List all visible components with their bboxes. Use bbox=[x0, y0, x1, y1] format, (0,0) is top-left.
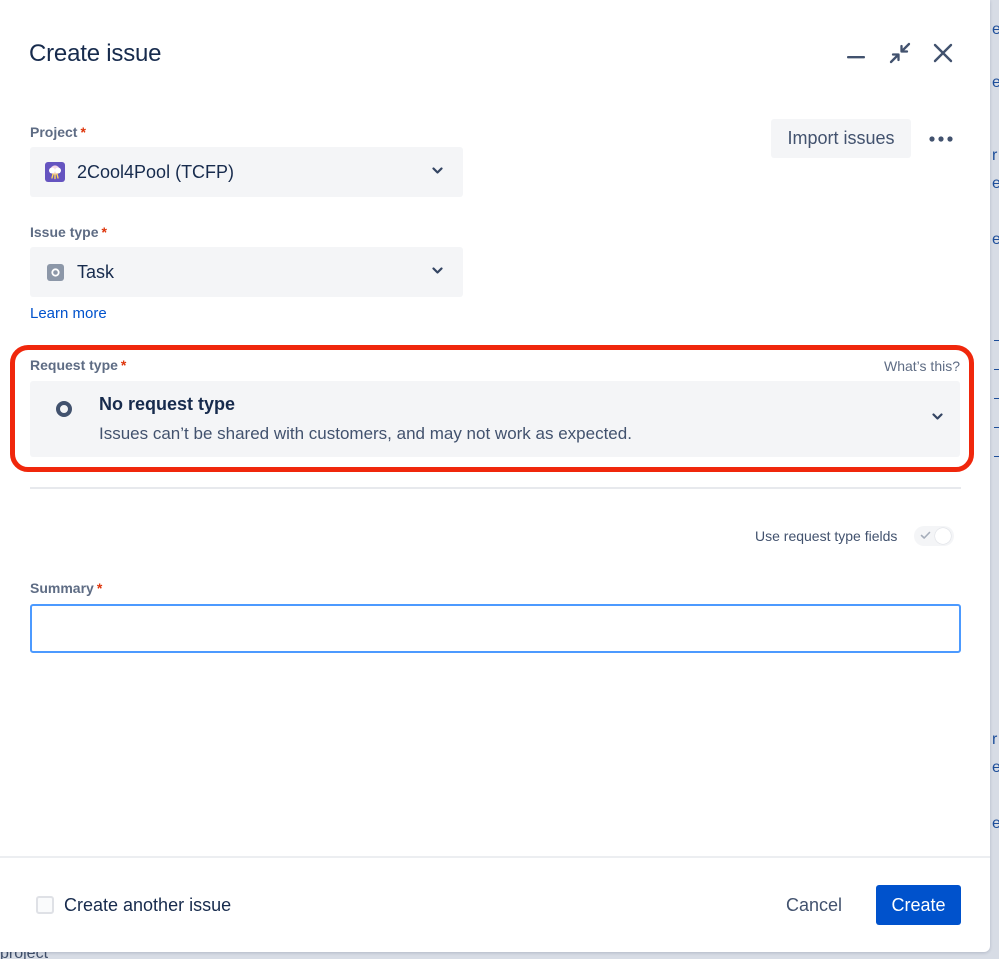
background-text-fragment: e bbox=[992, 175, 999, 192]
required-marker: * bbox=[80, 124, 86, 140]
learn-more-link[interactable]: Learn more bbox=[30, 305, 107, 322]
task-icon bbox=[47, 264, 64, 281]
summary-input[interactable] bbox=[30, 604, 961, 653]
background-divider bbox=[994, 398, 999, 399]
project-select[interactable]: 2Cool4Pool (TCFP) bbox=[30, 147, 463, 197]
project-label: Project * bbox=[30, 124, 86, 140]
issue-type-select[interactable]: Task bbox=[30, 247, 463, 297]
background-text-fragment: e bbox=[992, 21, 999, 38]
background-text-fragment: r bbox=[992, 147, 998, 164]
required-marker: * bbox=[120, 357, 127, 373]
request-fields-toggle[interactable] bbox=[914, 526, 954, 546]
no-request-type-icon bbox=[56, 401, 72, 417]
close-icon bbox=[933, 43, 953, 63]
check-icon bbox=[920, 531, 931, 539]
minimize-button[interactable] bbox=[839, 36, 873, 70]
background-text-fragment: e bbox=[992, 231, 999, 248]
chevron-down-icon bbox=[432, 267, 443, 274]
background-divider bbox=[994, 369, 999, 370]
background-divider bbox=[994, 456, 999, 457]
background-page-bottom: project bbox=[0, 952, 999, 959]
import-issues-button[interactable]: Import issues bbox=[771, 119, 911, 158]
chevron-down-icon bbox=[432, 167, 443, 174]
more-icon bbox=[929, 136, 953, 142]
background-text-fragment: r bbox=[992, 731, 998, 748]
background-text-fragment: e bbox=[992, 759, 999, 776]
request-type-value: No request type bbox=[99, 394, 236, 414]
project-label-text: Project bbox=[30, 124, 78, 140]
request-type-description: Issues can’t be shared with customers, a… bbox=[99, 424, 632, 443]
request-type-label-text: Request type bbox=[30, 357, 118, 373]
background-divider bbox=[994, 340, 999, 341]
create-another-label[interactable]: Create another issue bbox=[64, 895, 231, 916]
required-marker: * bbox=[96, 580, 103, 596]
dialog-title: Create issue bbox=[29, 40, 162, 67]
chevron-down-icon bbox=[932, 413, 943, 420]
whats-this-link[interactable]: What’s this? bbox=[884, 358, 960, 374]
create-issue-dialog: Create issue Project* 2Cool4Pool (TCFP) bbox=[0, 0, 990, 952]
background-text-fragment: e bbox=[992, 815, 999, 832]
close-button[interactable] bbox=[926, 36, 960, 70]
issue-type-label-text: Issue type bbox=[30, 224, 99, 240]
background-text-fragment: e bbox=[992, 74, 999, 91]
create-another-checkbox[interactable] bbox=[36, 896, 54, 914]
cancel-button[interactable]: Cancel bbox=[770, 886, 858, 924]
background-divider bbox=[994, 427, 999, 428]
collapse-icon bbox=[889, 42, 911, 64]
toggle-knob bbox=[935, 528, 951, 544]
background-bottom-text: project bbox=[0, 952, 48, 959]
request-type-label: Request type * bbox=[30, 357, 126, 373]
section-divider bbox=[30, 487, 961, 489]
summary-label: Summary * bbox=[30, 580, 102, 596]
project-avatar-icon bbox=[45, 162, 65, 182]
project-select-value: 2Cool4Pool (TCFP) bbox=[77, 161, 235, 182]
minimize-icon bbox=[847, 56, 865, 59]
issue-type-select-value: Task bbox=[77, 261, 115, 282]
create-button[interactable]: Create bbox=[876, 885, 961, 925]
request-type-select[interactable]: No request type Issues can’t be shared w… bbox=[30, 381, 960, 457]
summary-label-text: Summary bbox=[30, 580, 94, 596]
more-actions-button[interactable] bbox=[922, 122, 960, 156]
required-marker: * bbox=[101, 224, 107, 240]
issue-type-label: Issue type * bbox=[30, 224, 107, 240]
footer-divider bbox=[0, 856, 990, 858]
request-fields-toggle-label: Use request type fields bbox=[755, 528, 898, 544]
collapse-button[interactable] bbox=[883, 36, 917, 70]
